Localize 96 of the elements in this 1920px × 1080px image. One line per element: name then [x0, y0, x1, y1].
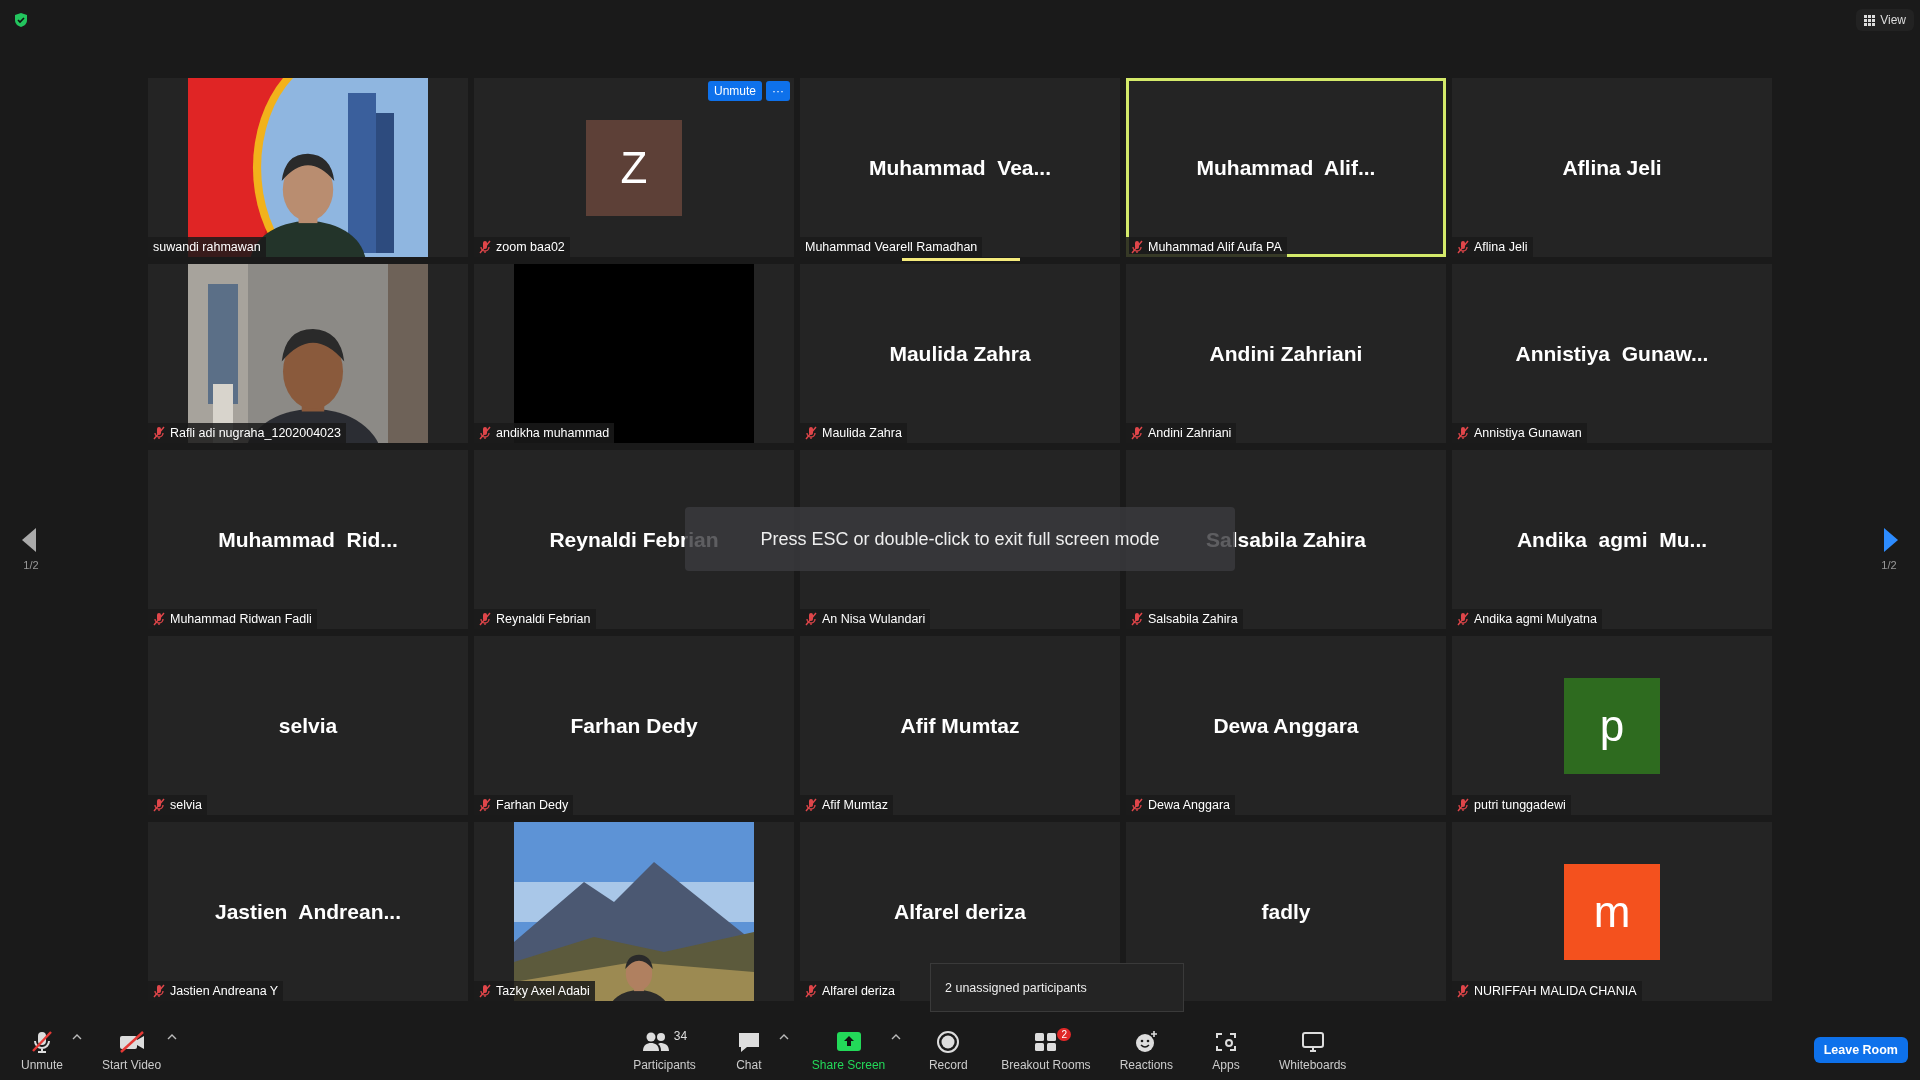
count-badge: 2 — [1057, 1027, 1071, 1041]
participant-name: Dewa Anggara — [1213, 713, 1359, 738]
participant-name: Muhammad Vearell Ramadhan — [805, 240, 978, 254]
participant-name: Maulida Zahra — [822, 426, 902, 440]
muted-mic-icon — [1457, 612, 1469, 626]
participant-name: Alfarel deriza — [894, 899, 1026, 924]
participant-name: Salsabila Zahira — [1148, 612, 1238, 626]
muted-mic-icon — [153, 426, 165, 440]
muted-mic-icon — [1131, 426, 1143, 440]
participant-name: Rafli adi nugraha_1202004023 — [170, 426, 341, 440]
muted-mic-icon — [153, 984, 165, 998]
participant-name: Annistiya Gunaw... — [1515, 341, 1709, 366]
toolbar-button[interactable]: Apps — [1196, 1024, 1256, 1076]
toolbar-button[interactable]: 34 Participants — [627, 1024, 702, 1076]
muted-mic-icon — [1131, 612, 1143, 626]
participant-name: selvia — [278, 713, 338, 738]
toolbar-button[interactable]: Unmute — [12, 1024, 72, 1076]
muted-mic-icon — [1457, 798, 1469, 812]
muted-mic-icon — [805, 798, 817, 812]
participant-name: Andika agmi Mu... — [1516, 527, 1708, 552]
camera-off-icon — [117, 1028, 146, 1055]
page-indicator: 1/2 — [22, 559, 40, 571]
participant-name: Jastien Andreana Y — [170, 984, 279, 998]
tooltip: 2 unassigned participants — [930, 963, 1184, 1012]
participant-name: NURIFFAH MALIDA CHANIA — [1474, 984, 1637, 998]
muted-mic-icon — [479, 798, 491, 812]
participant-name: zoom baa02 — [496, 240, 565, 254]
participant-name: Muhammad Rid... — [218, 527, 398, 552]
muted-mic-icon — [805, 984, 817, 998]
muted-mic-icon — [479, 612, 491, 626]
participant-name: fadly — [1261, 899, 1311, 924]
participant-name: Jastien Andrean... — [215, 899, 401, 924]
participant-name: Afif Mumtaz — [822, 798, 888, 812]
participant-name: Andika agmi Mulyatna — [1474, 612, 1597, 626]
participant-name: Farhan Dedy — [570, 713, 698, 738]
participant-name: Aflina Jeli — [1474, 240, 1528, 254]
caret-icon[interactable] — [167, 1032, 178, 1041]
leave-button[interactable]: Leave Room — [1813, 1037, 1908, 1063]
participant-name: putri tunggadewi — [1474, 798, 1566, 812]
participant-count: 34 — [673, 1028, 688, 1043]
muted-mic-icon — [1131, 240, 1143, 254]
avatar-initial: Z — [586, 119, 682, 216]
participant-name: Tazky Axel Adabi — [496, 984, 590, 998]
more-button[interactable]: ··· — [766, 81, 790, 101]
muted-mic-icon — [1457, 240, 1469, 254]
view-button[interactable]: View — [1856, 9, 1914, 31]
toolbar-button[interactable]: Chat — [718, 1024, 779, 1076]
participant-name: suwandi rahmawan — [153, 240, 261, 254]
participant-name: Annistiya Gunawan — [1474, 426, 1582, 440]
avatar-initial: p — [1564, 677, 1660, 774]
participant-name: Farhan Dedy — [496, 798, 569, 812]
participant-name: Afif Mumtaz — [900, 713, 1020, 738]
smiley-icon — [1133, 1029, 1160, 1054]
participant-name: Reynaldi Febrian — [496, 612, 591, 626]
toolbar-button[interactable]: Share Screen — [805, 1024, 892, 1076]
participant-name: Alfarel deriza — [822, 984, 895, 998]
next-page-icon[interactable] — [1882, 527, 1900, 553]
participant-name: Muhammad Alif... — [1196, 155, 1376, 180]
caret-icon[interactable] — [891, 1032, 902, 1041]
participant-name: andikha muhammad — [496, 426, 610, 440]
shield-icon[interactable] — [14, 12, 28, 28]
toolbar-button[interactable]: Record — [918, 1024, 979, 1076]
toolbar-button[interactable]: 2 Breakout Rooms — [995, 1024, 1097, 1076]
muted-mic-icon — [1457, 984, 1469, 998]
avatar-initial: m — [1564, 863, 1660, 960]
participant-name: Dewa Anggara — [1148, 798, 1230, 812]
participant-name: Muhammad Vea... — [868, 155, 1052, 180]
participant-name: selvia — [170, 798, 202, 812]
participant-name: An Nisa Wulandari — [822, 612, 926, 626]
caret-icon[interactable] — [72, 1032, 82, 1041]
toolbar-button[interactable]: Start Video — [96, 1024, 168, 1076]
share-screen-icon — [835, 1029, 862, 1054]
page-indicator: 1/2 — [1880, 559, 1898, 571]
muted-mic-icon — [1457, 426, 1469, 440]
previous-page-icon[interactable] — [20, 527, 38, 553]
unmute-button[interactable]: Unmute — [707, 81, 762, 101]
record-icon — [935, 1029, 962, 1054]
muted-mic-icon — [1131, 798, 1143, 812]
participant-name: Muhammad Alif Aufa PA — [1148, 240, 1282, 254]
muted-mic-icon — [153, 612, 165, 626]
participant-name: Andini Zahriani — [1148, 426, 1232, 440]
participant-name: Maulida Zahra — [889, 341, 1031, 366]
muted-mic-icon — [479, 426, 491, 440]
whiteboard-icon — [1299, 1029, 1326, 1054]
participant-name: Muhammad Ridwan Fadli — [170, 612, 312, 626]
muted-mic-icon — [805, 612, 817, 626]
caret-icon[interactable] — [778, 1032, 789, 1041]
muted-mic-icon — [805, 426, 817, 440]
muted-mic-icon — [479, 984, 491, 998]
grid-icon — [1864, 14, 1876, 26]
toolbar-button[interactable]: Reactions — [1113, 1024, 1179, 1076]
participant-name: Andini Zahriani — [1209, 341, 1363, 366]
muted-mic-icon — [479, 240, 491, 254]
toolbar-button[interactable]: Whiteboards — [1273, 1024, 1353, 1076]
muted-mic-icon — [153, 798, 165, 812]
participant-name: Aflina Jeli — [1562, 155, 1662, 180]
